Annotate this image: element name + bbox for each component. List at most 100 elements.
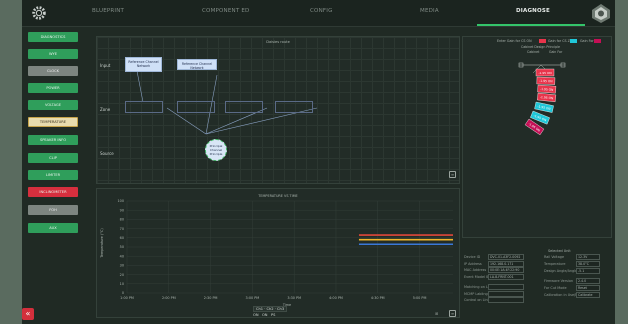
info-label: MAC Address: [464, 268, 487, 272]
info-label: IP Address: [464, 261, 482, 266]
array-element-label: -1.95 ON: [539, 79, 552, 83]
info-value-field[interactable]: 192.168.0.171: [488, 260, 524, 267]
chart-title: TEMPERATURE VS TIME: [257, 194, 297, 198]
sidebar-item-clip[interactable]: CLIP: [28, 153, 78, 163]
collapse-sidebar-button[interactable]: «: [22, 308, 34, 320]
unit-info-value[interactable]: 12.3V: [576, 254, 600, 260]
chart-y-tick-label: 70: [120, 227, 124, 231]
array-element-4[interactable]: -1.95 ON: [537, 92, 557, 103]
chart-y-tick-label: 0: [122, 291, 124, 295]
chart-y-tick-label: 40: [120, 254, 124, 258]
array-element-1[interactable]: -1.95 ON: [535, 68, 555, 77]
zone-slot-3[interactable]: [225, 101, 263, 113]
legend-toggle-1[interactable]: ON: [253, 313, 259, 317]
chart-grid-toggle-icon[interactable]: ⊞: [435, 311, 440, 316]
sidebar-item-aux[interactable]: AUX: [28, 223, 78, 233]
unit-info-label: Firmware Version: [544, 279, 574, 283]
sidebar-item-inclinometer[interactable]: INCLINOMETER: [28, 187, 78, 197]
unit-info-label: Temperature: [544, 262, 566, 266]
app-window: BLUEPRINT COMPONENT ED CONFIG MEDIA DIAG…: [22, 0, 615, 324]
chart-x-tick-label: 4:30 PM: [371, 296, 385, 300]
brand-logo-icon: [592, 4, 610, 23]
unit-info-value[interactable]: -5.1: [576, 268, 600, 274]
chart-y-tick-label: 80: [120, 218, 124, 222]
gear-icon[interactable]: [30, 4, 48, 22]
chart-y-axis-label: Temperature (°C): [100, 228, 104, 259]
tab-diagnose[interactable]: DIAGNOSE: [516, 8, 550, 14]
array-inclinometer-panel: Enter Gain for CS ON Gain for CS Z Gain …: [462, 36, 612, 238]
array-element-3[interactable]: -1.95 ON: [537, 84, 557, 94]
legend-ch1[interactable]: Ch1: [256, 307, 263, 311]
sidebar-item-temperature[interactable]: TEMPERATURE: [28, 117, 78, 127]
sidebar-item-voltage[interactable]: VOLTAGE: [28, 100, 78, 110]
array-element-5[interactable]: -1.95 ON: [534, 101, 554, 113]
input-node-1[interactable]: Reference Channel Network: [125, 57, 162, 72]
sidebar-item-foh[interactable]: FOH: [28, 205, 78, 215]
unit-info-value[interactable]: 38.0°C: [576, 261, 600, 267]
unit-info-label: Design Angle/Angle: [544, 269, 578, 273]
chart-y-tick-label: 50: [120, 245, 124, 249]
chart-x-tick-label: 2:30 PM: [204, 296, 218, 300]
chart-y-tick-label: 10: [120, 282, 124, 286]
legend-toggle-2[interactable]: ON: [262, 313, 268, 317]
zone-slot-1[interactable]: [125, 101, 163, 113]
chart-series: [358, 234, 453, 246]
source-node[interactable]: Principal Channel Principle: [205, 139, 227, 161]
unit-info-label: For Cut Mode: [544, 286, 567, 290]
chart-legend-top: Ch1 · Ch2 · Ch3: [253, 306, 288, 312]
info-label: Event Model ID: [464, 274, 490, 279]
chart-y-tick-label: 20: [120, 273, 124, 277]
legend-toggle-3[interactable]: PS: [271, 313, 275, 317]
chart-x-tick-label: 3:00 PM: [246, 296, 260, 300]
info-label: Device ID: [464, 255, 481, 259]
unit-info-value[interactable]: Reset: [576, 285, 600, 291]
sidebar-item-speaker-info[interactable]: SPEAKER INFO: [28, 135, 78, 145]
chart-y-tick-label: 100: [118, 199, 124, 203]
unit-info-value[interactable]: Calibrate: [576, 292, 600, 298]
chart-x-tick-label: 4:00 PM: [329, 296, 343, 300]
line-array-drawing: -1.95 ON-1.95 ON-1.95 ON-1.95 ON-1.95 ON…: [518, 62, 566, 136]
info-value-field[interactable]: [488, 284, 524, 290]
chart-expand-button[interactable]: ≡: [449, 310, 456, 317]
input-node-2[interactable]: Reference Channel Network: [177, 59, 217, 70]
sidebar-item-diagnostics[interactable]: DIAGNOSTICS: [28, 32, 78, 42]
array-element-2[interactable]: -1.95 ON: [536, 76, 556, 85]
top-navigation: BLUEPRINT COMPONENT ED CONFIG MEDIA DIAG…: [22, 0, 615, 27]
zone-slot-4[interactable]: [275, 101, 313, 113]
device-info-section: Selected Unit Device ID DVC-01-A3F2-0092 I…: [462, 240, 610, 320]
temperature-chart-panel: TEMPERATURE VS TIME Temperature (°C) Tim…: [96, 188, 460, 318]
chart-x-tick-label: 1:00 PM: [120, 296, 134, 300]
sidebar-item-clock[interactable]: CLOCK: [28, 66, 78, 76]
chart-x-tick-label: 5:00 PM: [413, 296, 427, 300]
legend-ch2[interactable]: Ch2: [267, 307, 274, 311]
info-label: MCMP Labling: [464, 291, 488, 296]
chart-x-tick-label: 2:00 PM: [162, 296, 176, 300]
info-value-field[interactable]: LA-8-FRNT-001: [488, 273, 524, 280]
tab-media[interactable]: MEDIA: [420, 8, 439, 14]
temperature-chart: TEMPERATURE VS TIME Temperature (°C) Tim…: [100, 194, 453, 307]
tab-blueprint[interactable]: BLUEPRINT: [92, 8, 124, 14]
info-value-field[interactable]: DVC-01-A3F2-0092: [488, 254, 524, 260]
sidebar-item-limiter[interactable]: LIMITER: [28, 170, 78, 180]
array-element-label: -1.95 ON: [538, 71, 551, 75]
chart-x-tick-label: 3:30 PM: [287, 296, 301, 300]
routing-diagram-panel: Daisies route Input Zone Source Referenc…: [96, 36, 460, 184]
chart-y-tick-label: 60: [120, 236, 124, 240]
sidebar-item-power[interactable]: POWER: [28, 83, 78, 93]
chart-y-tick-label: 30: [120, 264, 124, 268]
chart-grid: [126, 200, 453, 294]
legend-ch3[interactable]: Ch3: [277, 307, 284, 311]
unit-info-value[interactable]: 2.4.0: [576, 278, 600, 284]
tab-component-editor[interactable]: COMPONENT ED: [202, 8, 249, 14]
zone-slot-2[interactable]: [177, 101, 215, 113]
info-value-field[interactable]: [488, 297, 524, 303]
tab-config[interactable]: CONFIG: [310, 8, 333, 14]
diagram-expand-button[interactable]: ≡: [449, 171, 456, 178]
active-tab-indicator: [477, 24, 585, 26]
info-value-field[interactable]: [488, 290, 524, 297]
sidebar-item-wye[interactable]: WYE: [28, 49, 78, 59]
unit-info-label: Rail Voltage: [544, 255, 565, 259]
info-label: Control on Link: [464, 298, 490, 302]
info-value-field[interactable]: 00:0E:1A:4F:22:90: [488, 267, 524, 273]
chart-ticks: 0 10 20 30 40 50 60 70 80 90 100 1:00 PM 2:00 PM 2:30…: [118, 199, 427, 300]
